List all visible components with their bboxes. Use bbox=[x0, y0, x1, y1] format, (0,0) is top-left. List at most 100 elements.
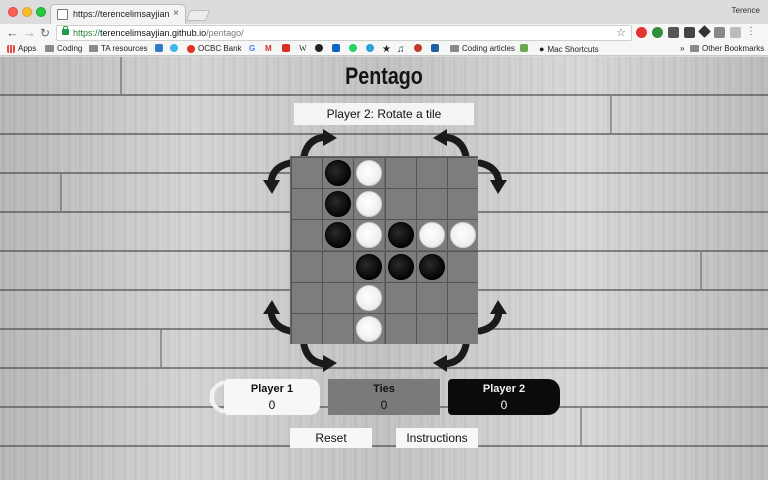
folder-icon bbox=[45, 45, 54, 52]
white-marble bbox=[356, 316, 382, 342]
player1-label: Player 1 bbox=[250, 383, 294, 395]
reset-button[interactable]: Reset bbox=[290, 428, 372, 448]
new-tab-button[interactable] bbox=[185, 10, 211, 21]
board-cell[interactable] bbox=[417, 283, 447, 313]
game-title: Pentago bbox=[345, 63, 423, 90]
opera-extension-icon[interactable] bbox=[636, 27, 647, 38]
board-cell[interactable] bbox=[323, 189, 353, 219]
board-cell[interactable] bbox=[448, 283, 478, 313]
bookmark-github[interactable] bbox=[315, 44, 323, 52]
board-cell[interactable] bbox=[292, 252, 322, 282]
board-cell[interactable] bbox=[323, 283, 353, 313]
board-cell[interactable] bbox=[323, 158, 353, 188]
bookmark-whatsapp[interactable] bbox=[349, 44, 357, 52]
wood-seam bbox=[160, 330, 162, 367]
board-cell[interactable] bbox=[386, 220, 416, 250]
bookmark-blue-site[interactable] bbox=[431, 44, 439, 52]
board-cell[interactable] bbox=[417, 314, 447, 344]
board-cell[interactable] bbox=[386, 314, 416, 344]
bookmark-label: Mac Shortcuts bbox=[547, 44, 599, 54]
minimize-window-button[interactable] bbox=[22, 7, 32, 17]
reload-icon[interactable]: ↻ bbox=[40, 25, 50, 41]
board-cell[interactable] bbox=[323, 252, 353, 282]
bookmark-mac-shortcuts[interactable]: ● Mac Shortcuts bbox=[539, 44, 599, 54]
bookmark-wikipedia[interactable]: W bbox=[299, 44, 307, 53]
board-cell[interactable] bbox=[354, 189, 384, 219]
camera-extension-icon[interactable] bbox=[714, 27, 725, 38]
board-cell[interactable] bbox=[292, 314, 322, 344]
board-cell[interactable] bbox=[417, 252, 447, 282]
board-cell[interactable] bbox=[354, 220, 384, 250]
bookmark-green-site[interactable] bbox=[520, 44, 528, 52]
bookmark-label: Coding articles bbox=[462, 44, 515, 53]
bookmark-star-site[interactable]: ★ bbox=[382, 44, 391, 55]
board-cell[interactable] bbox=[323, 314, 353, 344]
red-site-icon bbox=[414, 44, 422, 52]
folder-icon bbox=[89, 45, 98, 52]
tab-close-icon[interactable]: × bbox=[173, 8, 179, 19]
board-cell[interactable] bbox=[386, 252, 416, 282]
cast-extension-icon[interactable] bbox=[730, 27, 741, 38]
extension-badge-icon[interactable] bbox=[652, 27, 663, 38]
profile-name[interactable]: Terence bbox=[732, 6, 760, 15]
board-cell[interactable] bbox=[448, 220, 478, 250]
board-cell[interactable] bbox=[354, 283, 384, 313]
board-cell[interactable] bbox=[417, 189, 447, 219]
address-bar[interactable]: https://terencelimsayjian.github.io/pent… bbox=[56, 25, 632, 41]
bookmark-other-bookmarks[interactable]: Other Bookmarks bbox=[690, 44, 764, 53]
green-site-icon bbox=[520, 44, 528, 52]
board-cell[interactable] bbox=[386, 189, 416, 219]
extension-dark-icon[interactable] bbox=[684, 27, 695, 38]
board-cell[interactable] bbox=[417, 220, 447, 250]
board-cell[interactable] bbox=[292, 158, 322, 188]
trello-icon bbox=[155, 44, 163, 52]
board-cell[interactable] bbox=[292, 283, 322, 313]
bookmark-telegram[interactable] bbox=[366, 44, 374, 52]
board-cell[interactable] bbox=[323, 220, 353, 250]
bookmark-coding[interactable]: Coding bbox=[45, 44, 82, 53]
ties-score-card: Ties 0 bbox=[328, 379, 440, 415]
bookmark-label: TA resources bbox=[101, 44, 148, 53]
bookmark-ta-resources[interactable]: TA resources bbox=[89, 44, 148, 53]
browser-tab[interactable]: https://terencelimsayjian.github.io × bbox=[50, 4, 186, 24]
game-status: Player 2: Rotate a tile bbox=[294, 103, 474, 125]
bookmark-google[interactable]: G bbox=[249, 44, 255, 53]
board-cell[interactable] bbox=[354, 314, 384, 344]
bookmark-coding-articles[interactable]: Coding articles bbox=[450, 44, 515, 53]
board-cell[interactable] bbox=[417, 158, 447, 188]
board-cell[interactable] bbox=[386, 158, 416, 188]
maximize-window-button[interactable] bbox=[36, 7, 46, 17]
board-cell[interactable] bbox=[354, 158, 384, 188]
bookmark-red-site[interactable] bbox=[414, 44, 422, 52]
board-cell[interactable] bbox=[448, 252, 478, 282]
url-text[interactable]: https://terencelimsayjian.github.io/pent… bbox=[73, 28, 244, 38]
board-cell[interactable] bbox=[292, 189, 322, 219]
bookmark-apps[interactable]: Apps bbox=[7, 44, 36, 53]
bookmark-star-icon[interactable]: ☆ bbox=[616, 26, 626, 39]
bookmark-trello[interactable] bbox=[155, 44, 163, 52]
bookmark-site[interactable] bbox=[170, 44, 178, 52]
board-cell[interactable] bbox=[448, 158, 478, 188]
bookmark-music[interactable]: ♫ bbox=[397, 44, 405, 55]
board-quadrant-top-right bbox=[385, 157, 478, 250]
pocket-extension-icon[interactable] bbox=[668, 27, 679, 38]
browser-menu-icon[interactable]: ⋮ bbox=[746, 27, 756, 38]
extension-icons: ⋮ bbox=[636, 25, 756, 38]
bookmark-ocbc-bank[interactable]: OCBC Bank bbox=[187, 44, 242, 53]
white-marble bbox=[356, 191, 382, 217]
back-arrow-icon[interactable]: ← bbox=[6, 25, 19, 41]
browser-tab-strip: https://terencelimsayjian.github.io × Te… bbox=[0, 0, 768, 24]
bookmark-youtube[interactable] bbox=[282, 44, 290, 52]
board-cell[interactable] bbox=[448, 314, 478, 344]
board-cell[interactable] bbox=[448, 189, 478, 219]
board-cell[interactable] bbox=[386, 283, 416, 313]
bookmarks-overflow[interactable]: » bbox=[680, 44, 684, 53]
bookmark-linkedin[interactable] bbox=[332, 44, 340, 52]
instructions-button[interactable]: Instructions bbox=[396, 428, 478, 448]
close-window-button[interactable] bbox=[8, 7, 18, 17]
eyedropper-extension-icon[interactable] bbox=[698, 25, 711, 38]
bookmark-gmail[interactable]: M bbox=[265, 44, 272, 53]
board-cell[interactable] bbox=[354, 252, 384, 282]
forward-arrow-icon[interactable]: → bbox=[23, 25, 36, 41]
board-cell[interactable] bbox=[292, 220, 322, 250]
